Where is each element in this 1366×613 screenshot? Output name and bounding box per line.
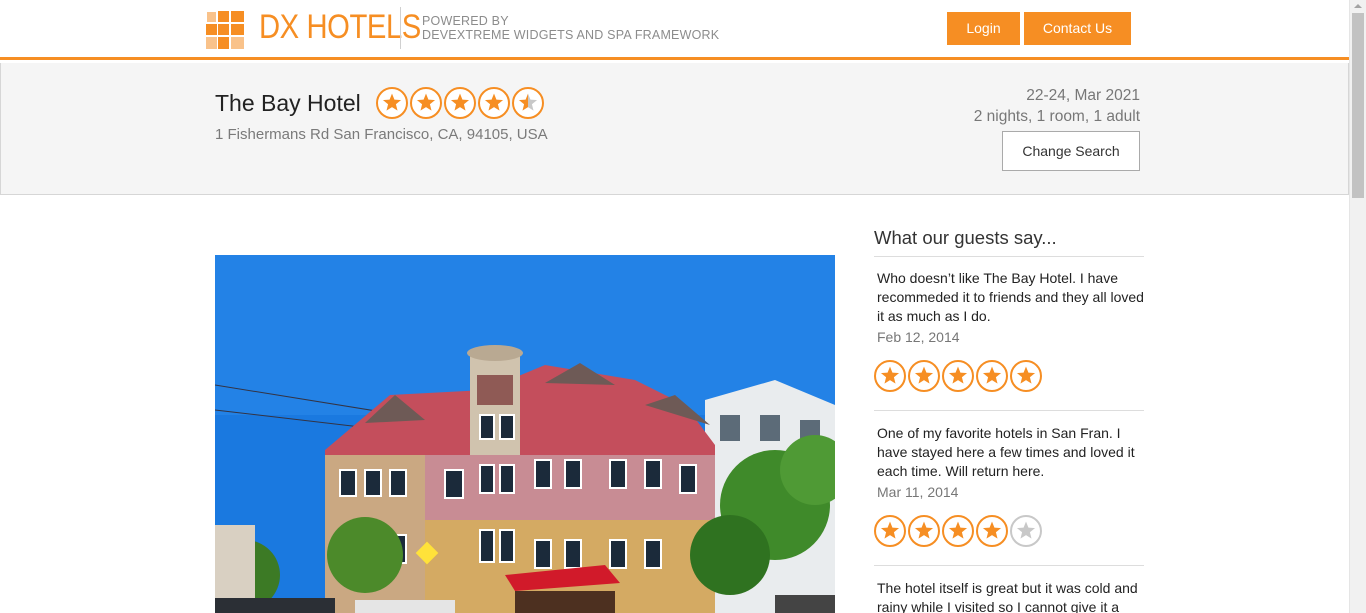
hotel-info-band xyxy=(0,63,1349,195)
booking-dates: 22-24, Mar 2021 xyxy=(1026,87,1140,104)
star-icon xyxy=(942,515,974,547)
review-date: Mar 11, 2014 xyxy=(877,484,959,500)
review-item: The hotel itself is great but it was col… xyxy=(874,579,1144,613)
review-date: Feb 12, 2014 xyxy=(877,329,960,345)
review-item: One of my favorite hotels in San Fran. I… xyxy=(874,424,1144,547)
scroll-thumb[interactable] xyxy=(1352,13,1364,198)
star-icon xyxy=(1010,515,1042,547)
review-text: Who doesn’t like The Bay Hotel. I have r… xyxy=(877,270,1144,324)
powered-by: POWERED BY DEVEXTREME WIDGETS AND SPA FR… xyxy=(422,14,719,42)
star-icon xyxy=(410,87,442,119)
powered-by-line1: POWERED BY xyxy=(422,14,509,28)
star-icon xyxy=(444,87,476,119)
login-button[interactable]: Login xyxy=(947,12,1020,45)
powered-by-line2: DEVEXTREME WIDGETS AND SPA FRAMEWORK xyxy=(422,28,720,42)
reviews-divider xyxy=(874,256,1144,257)
review-divider xyxy=(874,565,1144,566)
hotel-rating xyxy=(376,87,544,119)
star-icon xyxy=(512,87,544,119)
reviews-title: What our guests say... xyxy=(874,227,1057,248)
star-icon xyxy=(908,360,940,392)
logo-text[interactable]: DX HOTELS xyxy=(259,8,421,47)
review-text: One of my favorite hotels in San Fran. I… xyxy=(877,425,1135,479)
logo-divider xyxy=(400,7,401,49)
page-scrollbar[interactable] xyxy=(1349,0,1366,613)
star-icon xyxy=(976,360,1008,392)
star-icon xyxy=(874,515,906,547)
star-icon xyxy=(942,360,974,392)
star-icon xyxy=(976,515,1008,547)
star-icon xyxy=(478,87,510,119)
booking-guests: 2 nights, 1 room, 1 adult xyxy=(973,108,1140,125)
review-divider xyxy=(874,410,1144,411)
star-icon xyxy=(1010,360,1042,392)
hotel-name: The Bay Hotel xyxy=(215,90,361,116)
review-rating xyxy=(874,360,1144,392)
dx-hotels-logo-icon[interactable] xyxy=(205,10,245,50)
star-icon xyxy=(376,87,408,119)
review-text: The hotel itself is great but it was col… xyxy=(877,580,1138,613)
scroll-up-arrow-icon[interactable] xyxy=(1354,4,1362,8)
booking-summary: 22-24, Mar 2021 2 nights, 1 room, 1 adul… xyxy=(974,85,1140,127)
star-icon xyxy=(874,360,906,392)
hotel-photo-illustration xyxy=(215,255,835,613)
review-rating xyxy=(874,515,1144,547)
hotel-address: 1 Fishermans Rd San Francisco, CA, 94105… xyxy=(215,126,548,143)
change-search-button[interactable]: Change Search xyxy=(1002,131,1140,171)
top-header: DX HOTELS POWERED BY DEVEXTREME WIDGETS … xyxy=(0,0,1349,60)
contact-us-button[interactable]: Contact Us xyxy=(1024,12,1131,45)
review-item: Who doesn’t like The Bay Hotel. I have r… xyxy=(874,269,1144,392)
star-icon xyxy=(908,515,940,547)
hotel-photo xyxy=(215,255,835,613)
